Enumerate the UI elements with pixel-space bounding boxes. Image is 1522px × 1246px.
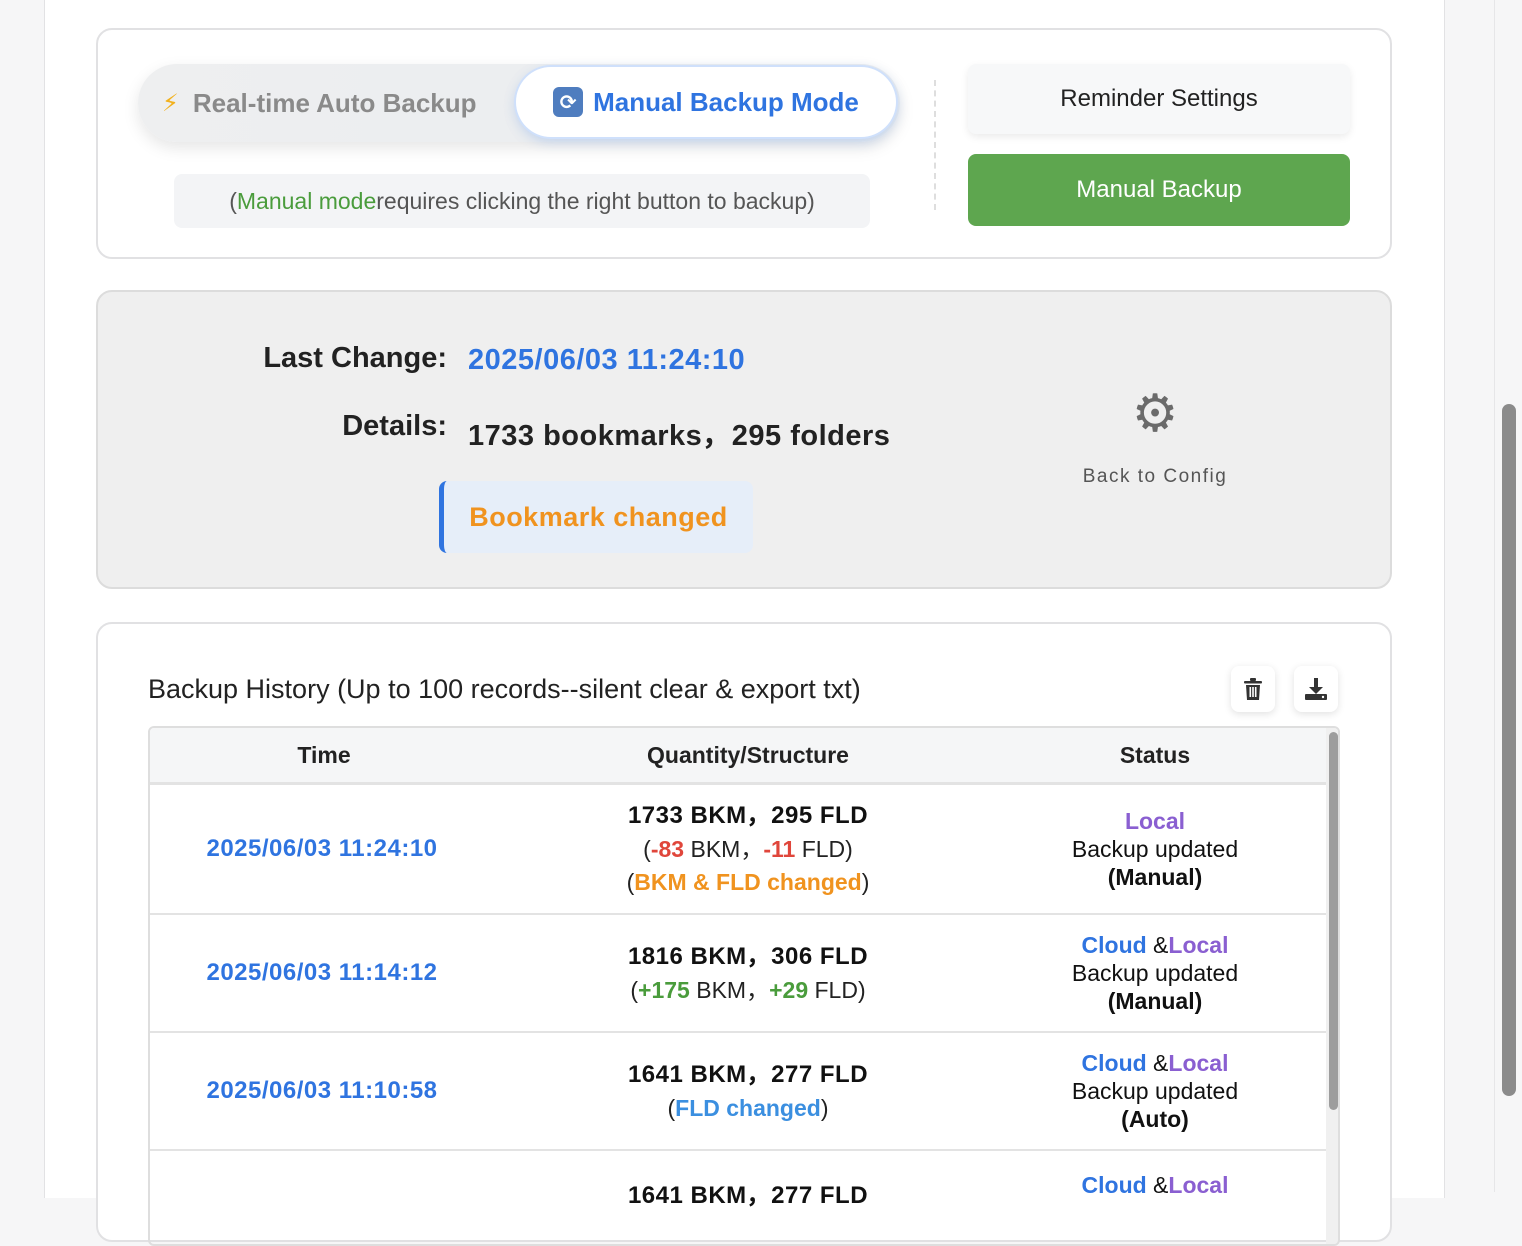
status-text: Backup updated — [1071, 836, 1239, 862]
trash-icon — [1244, 678, 1262, 700]
last-change-label: Last Change: — [263, 342, 447, 374]
row-note: (BKM & FLD changed) — [626, 869, 870, 895]
mode-hint: (Manual mode requires clicking the right… — [174, 174, 870, 228]
page-scrollbar[interactable] — [1502, 404, 1516, 1096]
details-value: 1733 bookmarks，295 folders — [468, 420, 891, 452]
realtime-backup-label: Real-time Auto Backup — [192, 87, 477, 118]
status-local: Local — [1168, 1050, 1229, 1076]
status-cloud: Cloud — [1081, 1050, 1147, 1076]
gear-icon: ⚙ — [1131, 385, 1179, 443]
vertical-divider — [934, 80, 936, 210]
row-counts: 1641 BKM，277 FLD — [627, 1060, 869, 1088]
bookmark-changed-badge: Bookmark changed — [439, 481, 753, 553]
table-row: 2025/06/03 11:24:10 1733 BKM，295 FLD (-8… — [150, 785, 1326, 915]
hint-open: ( — [229, 187, 237, 214]
back-to-config-label: Back to Config — [1082, 466, 1228, 487]
row-counts: 1641 BKM，277 FLD — [627, 1182, 869, 1209]
backup-mode-toggle: ⚡ Real-time Auto Backup ⟳ Manual Backup … — [138, 64, 900, 142]
realtime-backup-option[interactable]: ⚡ Real-time Auto Backup — [162, 64, 477, 142]
status-text: Backup updated — [1071, 960, 1239, 986]
table-row: 1641 BKM，277 FLD Cloud &Local — [150, 1151, 1326, 1244]
reminder-settings-button[interactable]: Reminder Settings — [968, 64, 1350, 134]
status-cloud: Cloud — [1081, 1172, 1147, 1198]
quantity-cell: 1733 BKM，295 FLD (-83 BKM，-11 FLD) (BKM … — [498, 785, 998, 913]
quantity-cell: 1816 BKM，306 FLD (+175 BKM，+29 FLD) — [498, 915, 998, 1031]
status-mode: (Manual) — [1107, 988, 1203, 1014]
diff-fld: +29 — [769, 976, 809, 1003]
status-mode: (Auto) — [1121, 1106, 1189, 1132]
status-text: Backup updated — [1071, 1078, 1239, 1104]
manual-backup-mode-option[interactable]: ⟳ Manual Backup Mode — [516, 67, 896, 137]
time-cell: 2025/06/03 11:24:10 — [150, 785, 494, 913]
status-target: Cloud &Local — [1081, 932, 1229, 958]
sync-icon: ⟳ — [553, 87, 584, 117]
quantity-cell: 1641 BKM，277 FLD (FLD changed) — [498, 1033, 998, 1149]
table-scrollbar[interactable] — [1329, 732, 1338, 1110]
clear-history-button[interactable] — [1231, 666, 1275, 712]
manual-backup-mode-label: Manual Backup Mode — [593, 86, 859, 117]
row-diff: (-83 BKM，-11 FLD) — [643, 836, 853, 862]
status-cell: Cloud &Local Backup updated (Auto) — [970, 1033, 1338, 1149]
status-target: Local — [1125, 807, 1185, 835]
row-counts: 1733 BKM，295 FLD — [627, 802, 869, 829]
table-row: 2025/06/03 11:14:12 1816 BKM，306 FLD (+1… — [150, 915, 1326, 1033]
diff-bkm: -83 — [650, 836, 685, 862]
status-mode: (Manual) — [1107, 864, 1203, 890]
table-row: 2025/06/03 11:10:58 1641 BKM，277 FLD (FL… — [150, 1033, 1326, 1151]
export-history-button[interactable] — [1294, 666, 1338, 712]
status-target: Cloud &Local — [1081, 1172, 1229, 1198]
row-counts: 1816 BKM，306 FLD — [627, 942, 869, 970]
history-table: Time Quantity/Structure Status 2025/06/0… — [148, 726, 1340, 1246]
row-note: (FLD changed) — [667, 1094, 829, 1121]
change-note: FLD changed — [675, 1094, 821, 1121]
column-header-time: Time — [297, 741, 351, 768]
status-local: Local — [1124, 808, 1186, 834]
column-header-status: Status — [1119, 741, 1191, 768]
backup-mode-card: ⚡ Real-time Auto Backup ⟳ Manual Backup … — [96, 28, 1392, 259]
status-card: Last Change: 2025/06/03 11:24:10 Details… — [96, 290, 1392, 589]
status-local: Local — [1168, 1172, 1229, 1198]
row-time: 2025/06/03 11:24:10 — [206, 835, 438, 862]
back-to-config-link[interactable]: ⚙ Back to Config — [1068, 384, 1242, 488]
diff-bkm: +175 — [638, 976, 690, 1003]
status-cell: Cloud &Local Backup updated (Manual) — [970, 915, 1338, 1031]
time-cell: 2025/06/03 11:10:58 — [150, 1033, 494, 1149]
history-title: Backup History (Up to 100 records--silen… — [148, 674, 861, 704]
row-diff: (+175 BKM，+29 FLD) — [630, 976, 866, 1003]
diff-fld: -11 — [763, 836, 796, 862]
hint-highlight: Manual mode — [236, 187, 377, 214]
status-cell: Local Backup updated (Manual) — [970, 785, 1338, 913]
row-time: 2025/06/03 11:14:12 — [206, 959, 438, 986]
details-label: Details: — [342, 410, 447, 442]
download-icon — [1305, 678, 1327, 700]
status-local: Local — [1168, 932, 1229, 958]
table-header: Time Quantity/Structure Status — [150, 728, 1326, 785]
status-target: Cloud &Local — [1081, 1050, 1229, 1076]
row-time: 2025/06/03 11:10:58 — [206, 1077, 438, 1104]
change-note: BKM & FLD changed — [634, 869, 862, 895]
backup-history-card: Backup History (Up to 100 records--silen… — [96, 622, 1392, 1246]
bolt-icon: ⚡ — [162, 89, 179, 117]
manual-backup-button[interactable]: Manual Backup — [968, 154, 1350, 226]
column-header-quantity: Quantity/Structure — [647, 741, 849, 768]
last-change-value: 2025/06/03 11:24:10 — [468, 344, 746, 376]
time-cell: 2025/06/03 11:14:12 — [150, 915, 494, 1031]
hint-rest: requires clicking the right button to ba… — [376, 187, 815, 214]
status-cloud: Cloud — [1081, 932, 1147, 958]
